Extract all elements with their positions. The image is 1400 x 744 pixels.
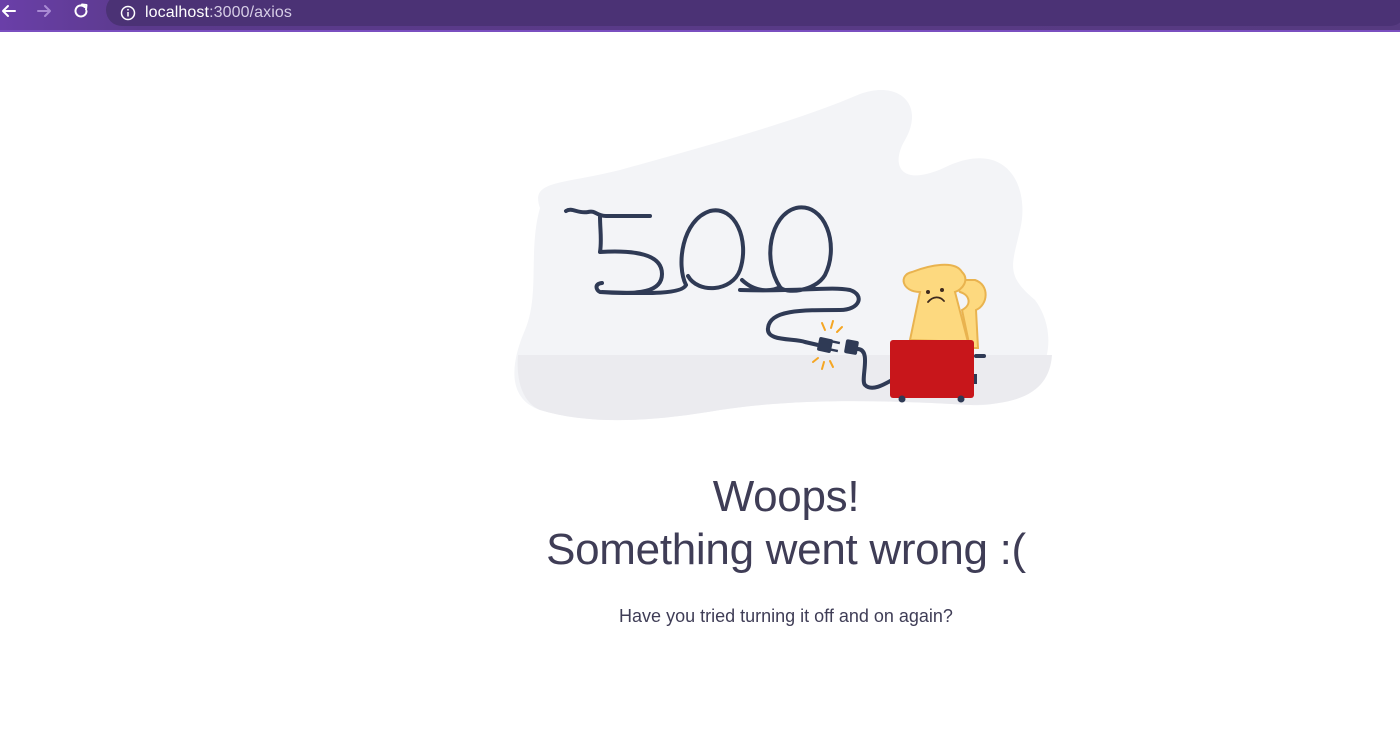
error-title-line2: Something went wrong :( — [546, 525, 1026, 574]
back-arrow-icon — [2, 5, 16, 17]
browser-toolbar: localhost:3000/axios — [0, 0, 1400, 32]
url-host: localhost — [145, 4, 210, 21]
forward-arrow-icon — [37, 5, 51, 17]
error-500-illustration — [514, 90, 1052, 421]
url-text[interactable]: localhost:3000/axios — [145, 4, 292, 22]
error-message: Have you tried turning it off and on aga… — [619, 606, 953, 626]
reload-button[interactable] — [70, 0, 92, 22]
url-path: :3000/axios — [209, 4, 292, 21]
toaster-icon — [890, 340, 986, 403]
back-button[interactable] — [0, 0, 20, 22]
reload-icon — [74, 3, 88, 18]
address-bar[interactable]: localhost:3000/axios — [106, 0, 1400, 26]
error-title-line1: Woops! — [712, 472, 860, 521]
info-icon[interactable] — [120, 5, 136, 21]
error-heading: Woops! Something went wrong :( — [486, 470, 1086, 576]
forward-button[interactable] — [33, 0, 55, 22]
